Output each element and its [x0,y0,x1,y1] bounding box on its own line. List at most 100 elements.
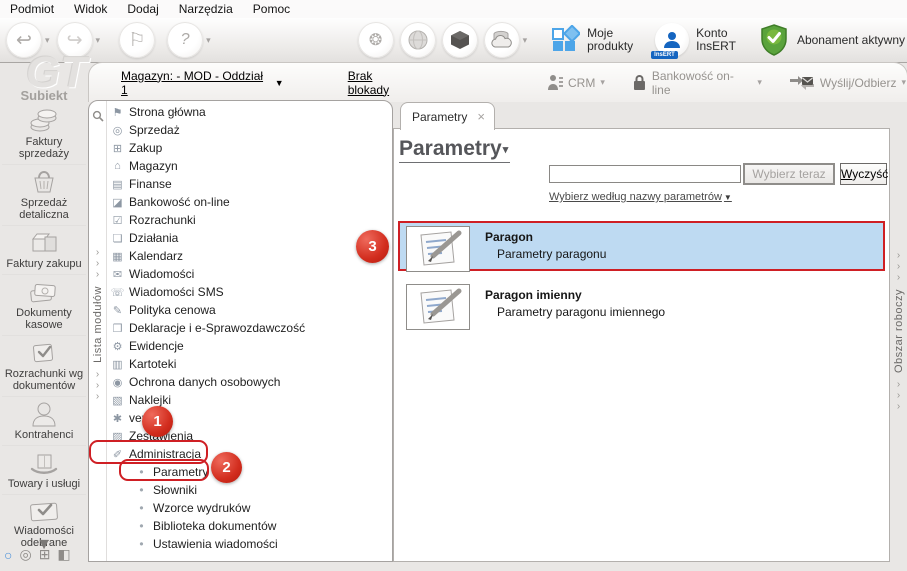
parameter-doc-icon [406,226,470,272]
menu-podmiot[interactable]: Podmiot [0,1,64,17]
list-item-paragon[interactable]: Paragon Parametry paragonu [398,221,885,272]
moje-produkty-button[interactable]: Moje produkty [550,25,633,55]
menu-dodaj[interactable]: Dodaj [117,1,168,17]
mini-module-selected-icon[interactable]: ○ [4,547,12,563]
module-item-wiadomosci[interactable]: ✉ Wiadomości [107,265,391,283]
sidebar-item-faktury-sprzedazy[interactable]: Faktury sprzedaży [2,104,86,165]
module-icon: ☑ [112,214,123,227]
module-icon: ◎ [112,124,123,137]
crm-button[interactable]: CRM ▾ [547,74,606,92]
mini-module-purchase-icon[interactable]: ⊞ [39,546,51,563]
status-toolbar: Magazyn: - MOD - Oddział 1 ▼ Brak blokad… [88,62,907,102]
menu-widok[interactable]: Widok [64,1,117,17]
module-item-sprzedaz[interactable]: ◎ Sprzedaż [107,121,391,139]
back-dropdown[interactable]: ▾ [45,35,50,46]
database-cloud-button[interactable] [483,22,520,58]
brak-blokady-link[interactable]: Brak blokady [348,69,417,97]
chevron-icon: › [896,261,901,272]
module-item-slowniki[interactable]: • Słowniki [107,481,391,499]
chevron-icon: › [95,390,100,402]
flag-button[interactable]: ⚐ [119,22,156,58]
pin-icon[interactable] [92,109,104,127]
bullet-icon: • [139,501,144,515]
module-item-zakup[interactable]: ⊞ Zakup [107,139,391,157]
annotation-step-1: 1 [142,406,173,437]
database-dropdown[interactable]: ▾ [523,35,528,46]
module-icon: ✱ [112,412,123,425]
wybierz-teraz-button[interactable]: Wybierz teraz [743,163,835,185]
page-title[interactable]: Parametry▾ [399,137,511,163]
module-label: Deklaracje i e-Sprawozdawczość [129,321,306,335]
wyslij-odbierz-button[interactable]: Wyślij/Odbierz ▾ [789,74,907,92]
module-icon: ❏ [112,232,123,245]
sidebar-item-kontrahenci[interactable]: Kontrahenci [2,397,86,446]
sidebar-item-dokumenty-kasowe[interactable]: Dokumenty kasowe [2,275,86,336]
page-title-text: Parametry [399,137,502,160]
cube-button[interactable] [441,22,478,58]
help-dropdown[interactable]: ▾ [206,35,211,46]
module-item-strona-glowna[interactable]: ⚑ Strona główna [107,103,391,121]
inbox-icon [26,498,62,524]
module-item-kartoteki[interactable]: ▥ Kartoteki [107,355,391,373]
module-item-polityka-cenowa[interactable]: ✎ Polityka cenowa [107,301,391,319]
workspace-vertical-label: Obszar roboczy [892,289,905,374]
sidebar-item-sprzedaz-detaliczna[interactable]: Sprzedaż detaliczna [2,165,86,226]
mini-module-warehouse-icon[interactable]: ◧ [57,546,70,563]
purchase-invoices-icon [27,229,61,257]
module-item-wiadomosci-sms[interactable]: ☏ Wiadomości SMS [107,283,391,301]
magazyn-link[interactable]: Magazyn: - MOD - Oddział 1 [121,69,273,97]
konto-line2: InsERT [696,39,736,53]
chevron-icon: › [896,272,901,283]
mini-module-sales-icon[interactable]: ◎ [19,546,31,563]
menu-narzedzia[interactable]: Narzędzia [169,1,243,17]
module-label: Polityka cenowa [129,303,216,317]
module-item-bankowosc[interactable]: ◪ Bankowość on-line [107,193,391,211]
module-label: Ochrona danych osobowych [129,375,281,389]
list-item-paragon-imienny[interactable]: Paragon imienny Parametry paragonu imien… [406,281,884,334]
tab-close-icon[interactable]: × [477,109,485,124]
sidebar-item-rozrachunki[interactable]: Rozrachunki wg dokumentów [2,336,86,397]
module-item-ustawienia-wiadomosci[interactable]: • Ustawienia wiadomości [107,535,391,553]
contractors-icon [29,400,59,428]
sidebar-item-label: Towary i usługi [7,478,81,490]
module-item-wzorce-wydrukow[interactable]: • Wzorce wydruków [107,499,391,517]
sidebar-item-faktury-zakupu[interactable]: Faktury zakupu [2,226,86,275]
workspace-strip[interactable]: › › › Obszar roboczy › › › [890,100,907,562]
sales-invoices-icon [26,107,62,135]
filter-by-name-link[interactable]: Wybierz według nazwy parametrów ▼ [549,191,732,203]
menu-pomoc[interactable]: Pomoc [243,1,300,17]
abonament-button[interactable]: Abonament aktywny [758,23,905,57]
list-item-title: Paragon [485,230,534,244]
tab-parametry[interactable]: Parametry × [400,102,495,130]
lock-icon [633,75,645,90]
module-icon: ▧ [112,394,123,407]
module-label: Rozrachunki [129,213,196,227]
module-item-ochrona-danych[interactable]: ◉ Ochrona danych osobowych [107,373,391,391]
module-icon: ▥ [112,358,123,371]
chevron-icon: › [896,250,901,261]
forward-dropdown[interactable]: ▾ [96,35,101,46]
online-sphere-button[interactable] [399,22,436,58]
module-item-biblioteka[interactable]: • Biblioteka dokumentów [107,517,391,535]
module-item-rozrachunki[interactable]: ☑ Rozrachunki [107,211,391,229]
module-item-dzialania[interactable]: ❏ Działania [107,229,391,247]
konto-insert-button[interactable]: InsERT Konto InsERT [651,23,736,59]
crm-dropdown-icon: ▾ [600,77,605,87]
list-item-desc: Parametry paragonu imiennego [497,305,666,319]
sidebar-item-towary[interactable]: Towary i usługi [2,446,86,495]
module-item-kalendarz[interactable]: ▦ Kalendarz [107,247,391,265]
module-list-strip[interactable]: › › › Lista modułów › › › [89,101,107,561]
module-item-deklaracje[interactable]: ❒ Deklaracje i e-Sprawozdawczość [107,319,391,337]
module-item-ewidencje[interactable]: ⚙ Ewidencje [107,337,391,355]
module-item-naklejki[interactable]: ▧ Naklejki [107,391,391,409]
bankowosc-button[interactable]: Bankowość on-line ▾ [632,69,763,97]
parameter-search-input[interactable] [549,165,741,183]
module-icon: ⊞ [112,142,123,155]
help-button[interactable]: ? [167,22,204,58]
magazyn-caret-icon[interactable]: ▼ [275,78,284,88]
wyczysc-button[interactable]: Wyczyść [840,163,888,185]
module-item-finanse[interactable]: ▤ Finanse [107,175,391,193]
module-item-magazyn[interactable]: ⌂ Magazyn [107,157,391,175]
filter-link-text: Wybierz według nazwy parametrów [549,191,722,203]
services-button[interactable]: ❂ [357,22,394,58]
